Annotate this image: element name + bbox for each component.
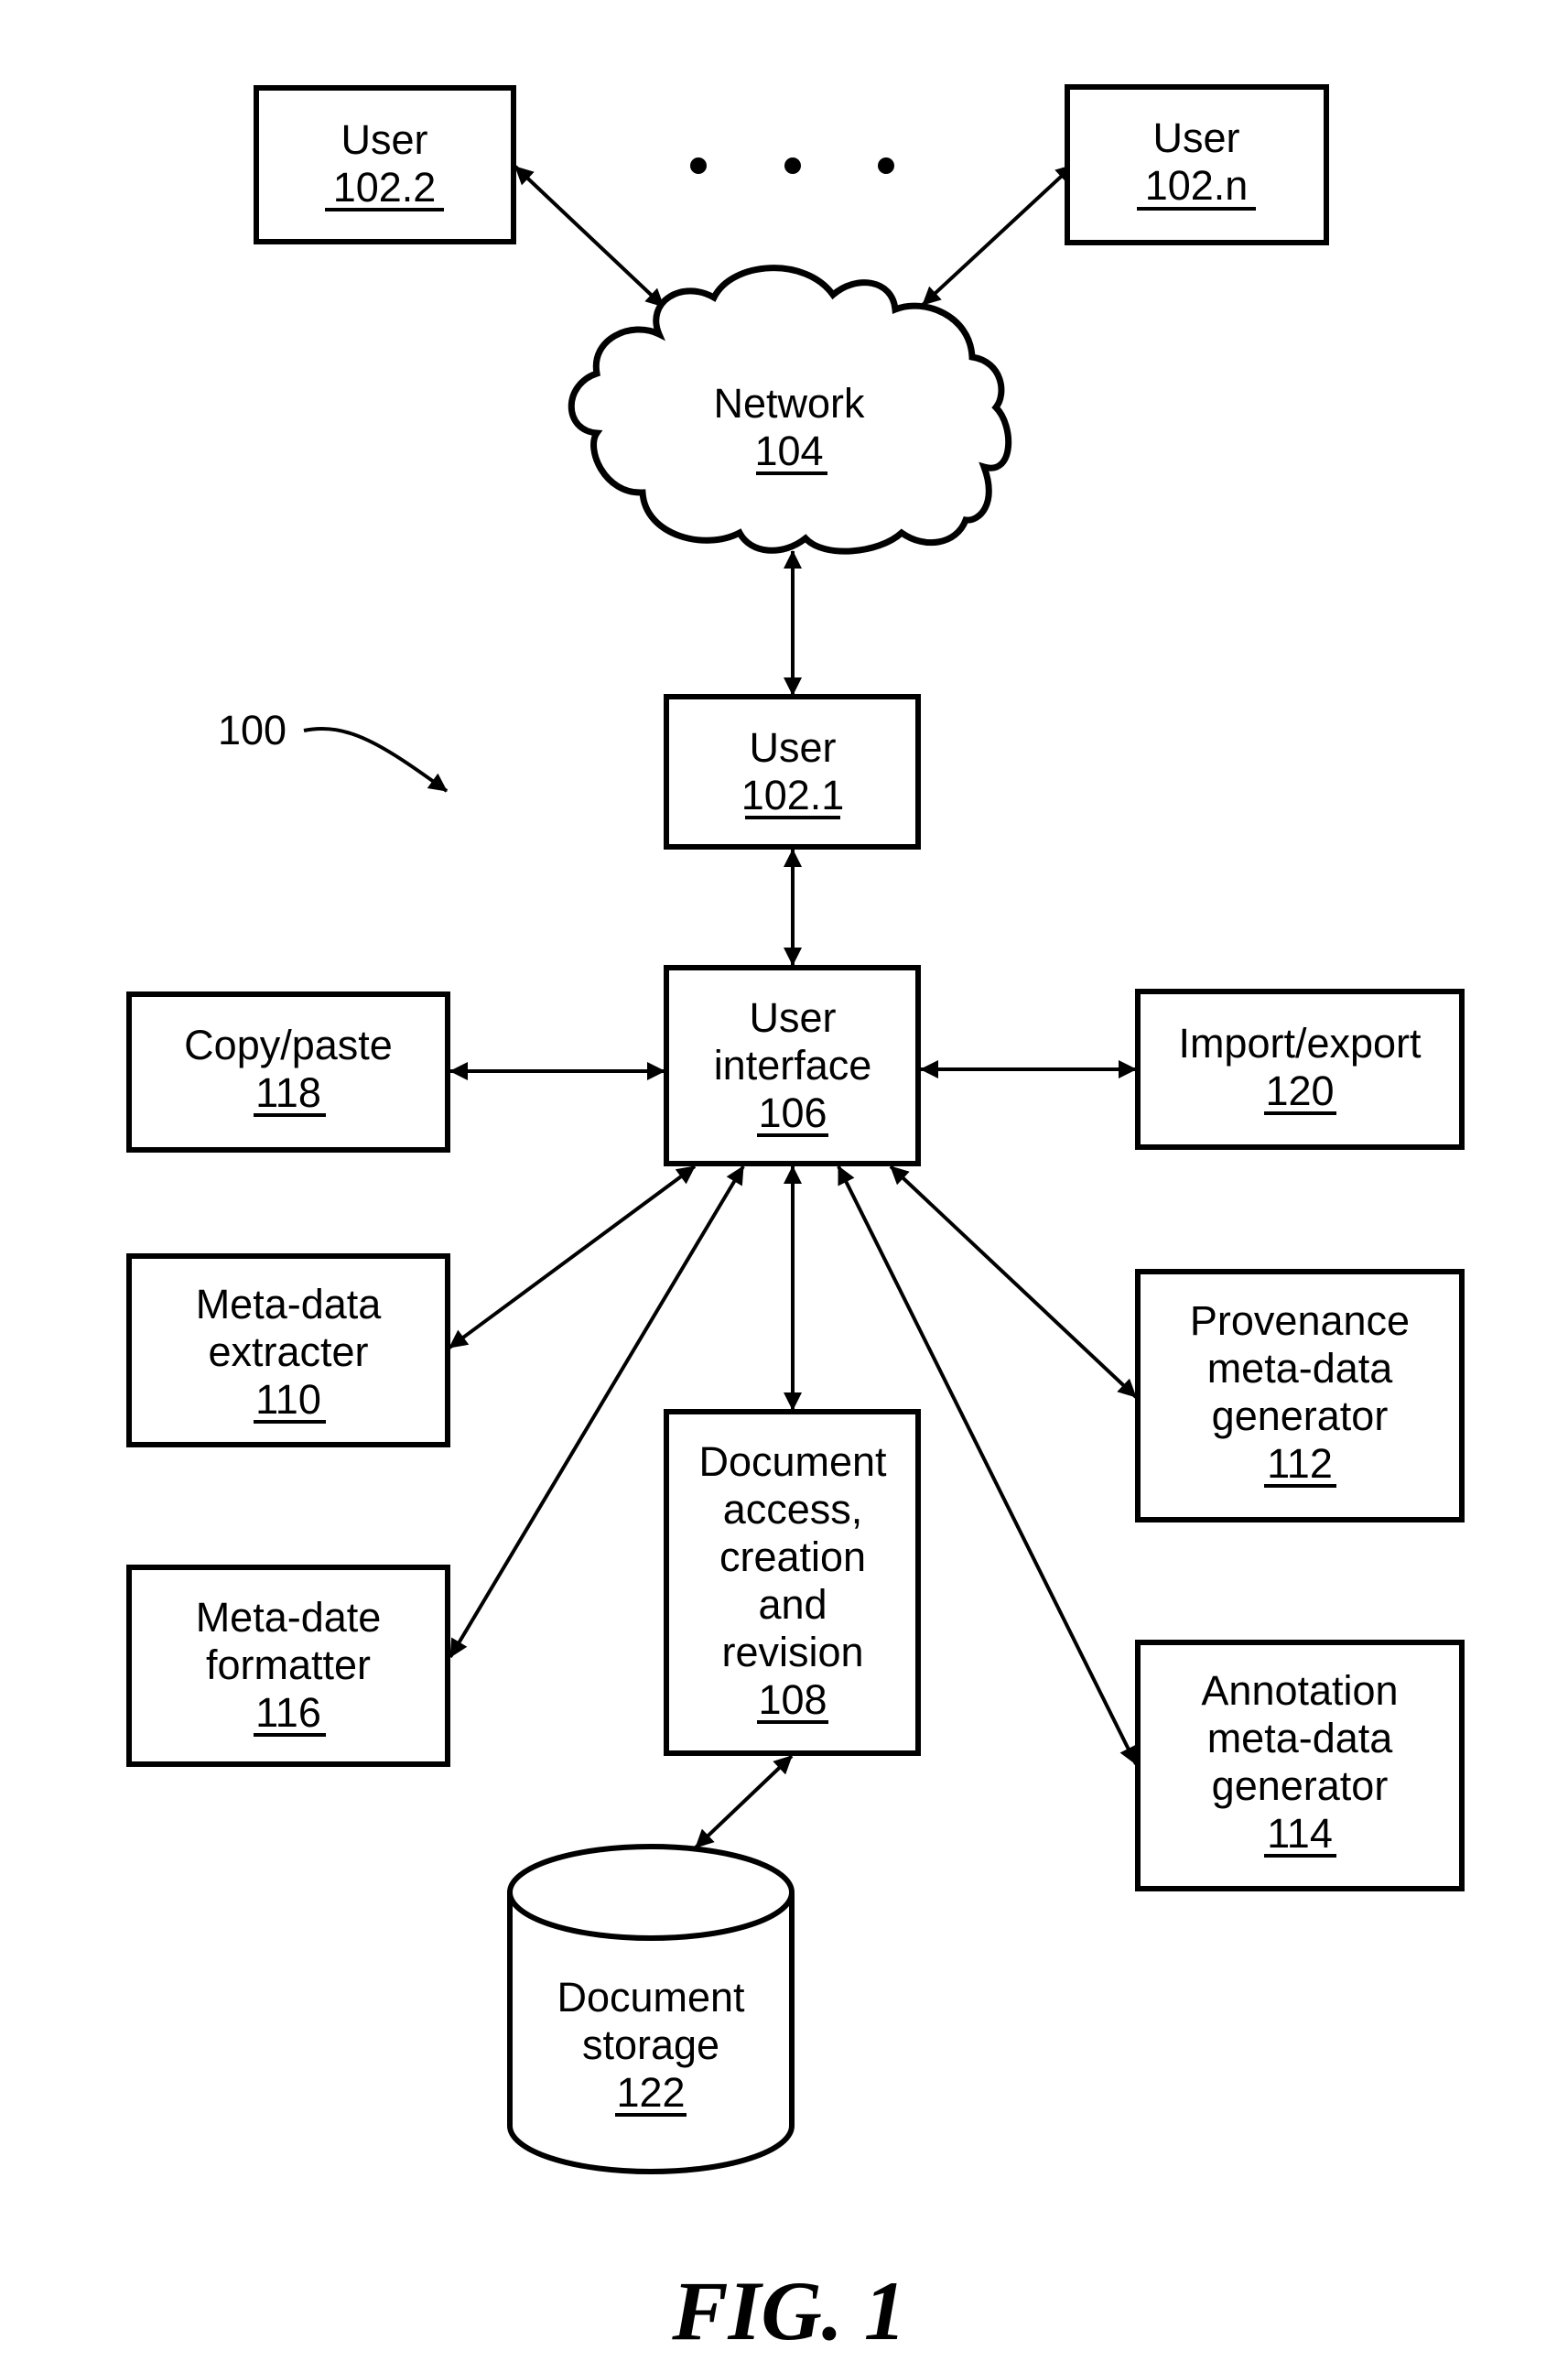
- node-copy-paste-118: Copy/paste 118: [126, 991, 450, 1153]
- doc-storage-line-2: storage: [582, 2021, 719, 2068]
- node-metadata-extracter-110: Meta-data extracter 110: [126, 1253, 450, 1447]
- edge-ui-provenance: [889, 1165, 1138, 1399]
- import-export-label: Import/export: [1178, 1020, 1422, 1067]
- ellipsis-dot: [690, 157, 707, 174]
- doc-storage-ref: 122: [616, 2069, 685, 2116]
- ellipsis-dots: [690, 157, 894, 174]
- node-user-102-1: User 102.1: [664, 694, 921, 850]
- provenance-line-2: meta-data: [1207, 1345, 1394, 1392]
- node-annotation-114: Annotation meta-data generator 114: [1135, 1640, 1465, 1891]
- provenance-line-1: Provenance: [1190, 1297, 1410, 1344]
- doc-access-line-2: access,: [723, 1486, 863, 1533]
- annotation-line-1: Annotation: [1201, 1667, 1398, 1714]
- node-doc-storage-122: Document storage 122: [507, 1844, 795, 2174]
- edge-ui-extracter: [448, 1165, 697, 1349]
- ellipsis-dot: [784, 157, 801, 174]
- system-diagram: Network 104 User 102.2 User 102.n 100 Us…: [126, 84, 1465, 2357]
- metadata-extracter-ref: 110: [255, 1376, 321, 1423]
- network-cloud: Network 104: [568, 265, 1012, 555]
- metadata-extracter-line-1: Meta-data: [196, 1281, 383, 1327]
- user-102-n-label: User: [1152, 114, 1239, 161]
- node-user-102-n: User 102.n: [1065, 84, 1329, 245]
- network-ref: 104: [754, 428, 823, 474]
- user-102-1-label: User: [749, 724, 836, 771]
- annotation-line-2: meta-data: [1207, 1715, 1394, 1761]
- user-102-2-label: User: [341, 116, 427, 163]
- provenance-ref: 112: [1267, 1440, 1333, 1487]
- import-export-ref: 120: [1265, 1067, 1334, 1114]
- node-import-export-120: Import/export 120: [1135, 989, 1465, 1150]
- doc-access-line-3: creation: [719, 1533, 866, 1580]
- user-102-1-ref: 102.1: [741, 772, 845, 818]
- user-interface-ref: 106: [758, 1089, 827, 1136]
- node-metadate-formatter-116: Meta-date formatter 116: [126, 1565, 450, 1767]
- doc-storage-line-1: Document: [557, 1974, 745, 2021]
- user-102-n-ref: 102.n: [1145, 162, 1249, 209]
- node-doc-access-108: Document access, creation and revision 1…: [664, 1409, 921, 1756]
- storage-cylinder-top: [507, 1844, 795, 1941]
- provenance-line-3: generator: [1212, 1392, 1389, 1439]
- system-ref-100: 100: [218, 707, 287, 753]
- metadate-formatter-line-2: formatter: [206, 1641, 371, 1688]
- edge-docaccess-storage: [694, 1754, 794, 1849]
- node-user-interface-106: User interface 106: [664, 965, 921, 1166]
- network-label: Network: [713, 380, 865, 427]
- metadata-extracter-line-2: extracter: [208, 1328, 368, 1375]
- copy-paste-label: Copy/paste: [184, 1022, 393, 1068]
- node-user-102-2: User 102.2: [254, 85, 516, 244]
- user-interface-line-1: User: [749, 994, 836, 1041]
- copy-paste-ref: 118: [255, 1069, 321, 1116]
- edge-user2-network: [514, 165, 665, 309]
- doc-access-ref: 108: [758, 1676, 827, 1723]
- metadate-formatter-ref: 116: [255, 1689, 321, 1736]
- doc-access-line-1: Document: [698, 1438, 887, 1485]
- doc-access-line-4: and: [758, 1581, 827, 1628]
- node-provenance-112: Provenance meta-data generator 112: [1135, 1269, 1465, 1522]
- user-102-2-ref: 102.2: [333, 164, 437, 211]
- ref-100-arrow: [303, 726, 449, 793]
- annotation-ref: 114: [1267, 1810, 1333, 1857]
- ellipsis-dot: [878, 157, 894, 174]
- annotation-line-3: generator: [1212, 1762, 1389, 1809]
- doc-access-line-5: revision: [721, 1629, 863, 1675]
- metadate-formatter-line-1: Meta-date: [196, 1594, 382, 1641]
- figure-caption: FIG. 1: [671, 2264, 906, 2357]
- edge-usern-network: [921, 163, 1076, 307]
- user-interface-line-2: interface: [714, 1042, 872, 1089]
